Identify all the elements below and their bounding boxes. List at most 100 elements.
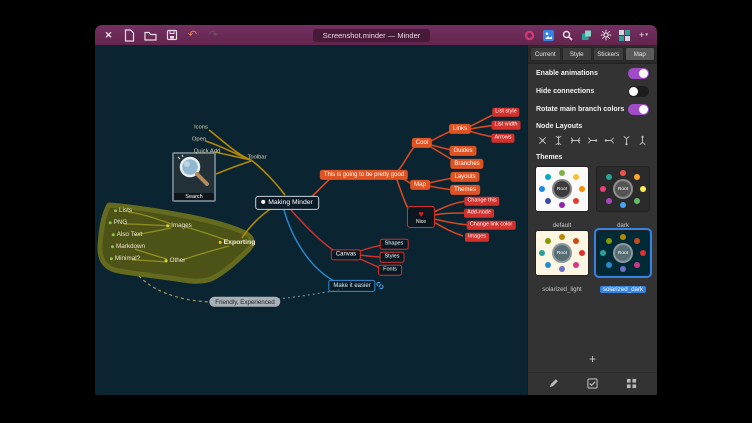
theme-color-dot [545, 262, 551, 268]
save-button[interactable] [165, 29, 178, 42]
theme-preview-dark[interactable]: Root [596, 166, 650, 212]
theme-color-dot [573, 198, 579, 204]
theme-color-dot [640, 186, 646, 192]
node-list-width[interactable]: List width [492, 121, 521, 130]
node-add-node[interactable]: Add-node [464, 209, 494, 218]
node-branches[interactable]: Branches [450, 159, 483, 169]
node-pretty-good[interactable]: This is going to be pretty good [320, 170, 408, 180]
checkbox-icon[interactable] [587, 377, 599, 389]
grid-icon[interactable] [626, 377, 638, 389]
layout-downwards-icon[interactable] [637, 134, 649, 146]
new-tab-menu-button[interactable]: +▾ [637, 29, 650, 42]
settings-button[interactable] [599, 29, 612, 42]
export-image-button[interactable] [542, 29, 555, 42]
heart-icon: ♥ [418, 210, 423, 219]
node-also-text[interactable]: Also Text [112, 231, 142, 239]
tab-current[interactable]: Current [530, 47, 561, 61]
node-fonts[interactable]: Fonts [378, 265, 402, 276]
theme-preview-solarized-dark[interactable]: Root [596, 230, 650, 276]
theme-color-dot [606, 238, 612, 244]
node-png[interactable]: PNG [109, 219, 128, 227]
rotate-branch-colors-toggle[interactable] [628, 104, 649, 115]
node-lists[interactable]: Lists [114, 207, 132, 215]
theme-preview-solarized-light[interactable]: Root [535, 230, 589, 276]
new-document-button[interactable] [123, 29, 136, 42]
node-list-style[interactable]: List style [492, 108, 519, 117]
hyperlink-icon[interactable] [376, 277, 385, 295]
hide-connections-toggle[interactable] [628, 86, 649, 97]
node-bullet-icon [166, 224, 169, 227]
mindmap-canvas[interactable]: Search Making Minder Toolbar Icons Open … [95, 45, 527, 395]
node-bullet-icon [109, 221, 112, 224]
theme-name-default: default [550, 222, 575, 229]
layout-manual-icon[interactable] [536, 134, 548, 146]
save-icon [166, 29, 178, 41]
theme-color-dot [620, 234, 626, 240]
node-toolbar[interactable]: Toolbar [247, 155, 266, 162]
minder-window: ✕ ↶ ↷ Screenshot.minder — Minder [95, 25, 657, 395]
node-links[interactable]: Links [449, 124, 471, 134]
node-canvas[interactable]: Canvas [331, 249, 361, 260]
layout-to-right-icon[interactable] [603, 134, 615, 146]
theme-option-default: Root default [535, 166, 589, 224]
layers-button[interactable] [580, 29, 593, 42]
setting-label: Enable animations [536, 70, 598, 77]
theme-color-dot [573, 238, 579, 244]
zoom-button[interactable] [561, 29, 574, 42]
node-themes[interactable]: Themes [450, 185, 480, 195]
layout-vertical-icon[interactable] [553, 134, 565, 146]
focus-mode-button[interactable] [523, 29, 536, 42]
add-theme-area: + [528, 346, 657, 372]
theme-color-dot [545, 174, 551, 180]
redo-button[interactable]: ↷ [207, 29, 220, 42]
focus-mode-icon [524, 30, 535, 41]
node-styles[interactable]: Styles [380, 252, 405, 263]
add-theme-button[interactable]: + [583, 352, 602, 366]
theme-root-circle: Root [613, 243, 633, 263]
tiles-button[interactable] [618, 29, 631, 42]
theme-color-dot [606, 174, 612, 180]
theme-color-dot [600, 250, 606, 256]
node-nice[interactable]: ♥Nice [407, 206, 435, 228]
node-change-link-color[interactable]: Change link color [467, 221, 516, 230]
tab-style[interactable]: Style [562, 47, 593, 61]
node-quick-add[interactable]: Quick Add [194, 149, 220, 156]
theme-preview-default[interactable]: Root [535, 166, 589, 212]
close-button[interactable]: ✕ [102, 29, 115, 42]
tab-map[interactable]: Map [625, 47, 656, 61]
root-node[interactable]: Making Minder [255, 196, 319, 210]
pencil-icon[interactable] [548, 377, 560, 389]
node-bullet-icon [111, 245, 114, 248]
node-minimal[interactable]: Minimal? [110, 255, 140, 263]
node-change-this[interactable]: Change this [464, 197, 499, 206]
layout-horizontal-icon[interactable] [570, 134, 582, 146]
node-markdown[interactable]: Markdown [111, 243, 145, 251]
node-exporting[interactable]: Exporting [219, 239, 256, 247]
open-folder-button[interactable] [144, 29, 157, 42]
node-images-right[interactable]: Images [465, 233, 489, 242]
node-guides[interactable]: Guides [449, 146, 476, 156]
node-icons[interactable]: Icons [194, 125, 208, 132]
layout-to-left-icon[interactable] [586, 134, 598, 146]
node-friendly-experienced[interactable]: Friendly, Experienced [209, 297, 280, 307]
node-cool[interactable]: Cool [412, 138, 432, 148]
layout-upwards-icon[interactable] [620, 134, 632, 146]
node-images-left[interactable]: Images [166, 222, 192, 230]
enable-animations-toggle[interactable] [628, 68, 649, 79]
titlebar: ✕ ↶ ↷ Screenshot.minder — Minder [95, 25, 657, 45]
node-bullet-icon [165, 259, 168, 262]
node-arrows[interactable]: Arrows [491, 134, 514, 143]
image-node-search[interactable]: Search [172, 152, 216, 202]
tab-stickers[interactable]: Stickers [593, 47, 624, 61]
node-map[interactable]: Map [410, 180, 430, 190]
theme-color-dot [539, 186, 545, 192]
theme-color-dot [640, 250, 646, 256]
node-shapes[interactable]: Shapes [380, 239, 409, 250]
node-other[interactable]: Other [165, 257, 186, 265]
node-open[interactable]: Open [192, 137, 206, 144]
undo-button[interactable]: ↶ [186, 29, 199, 42]
node-make-it-easier[interactable]: Make it easier [328, 280, 375, 292]
node-bullet-icon [114, 209, 117, 212]
setting-row-rotate-colors: Rotate main branch colors [528, 100, 657, 118]
node-layouts[interactable]: Layouts [450, 172, 479, 182]
